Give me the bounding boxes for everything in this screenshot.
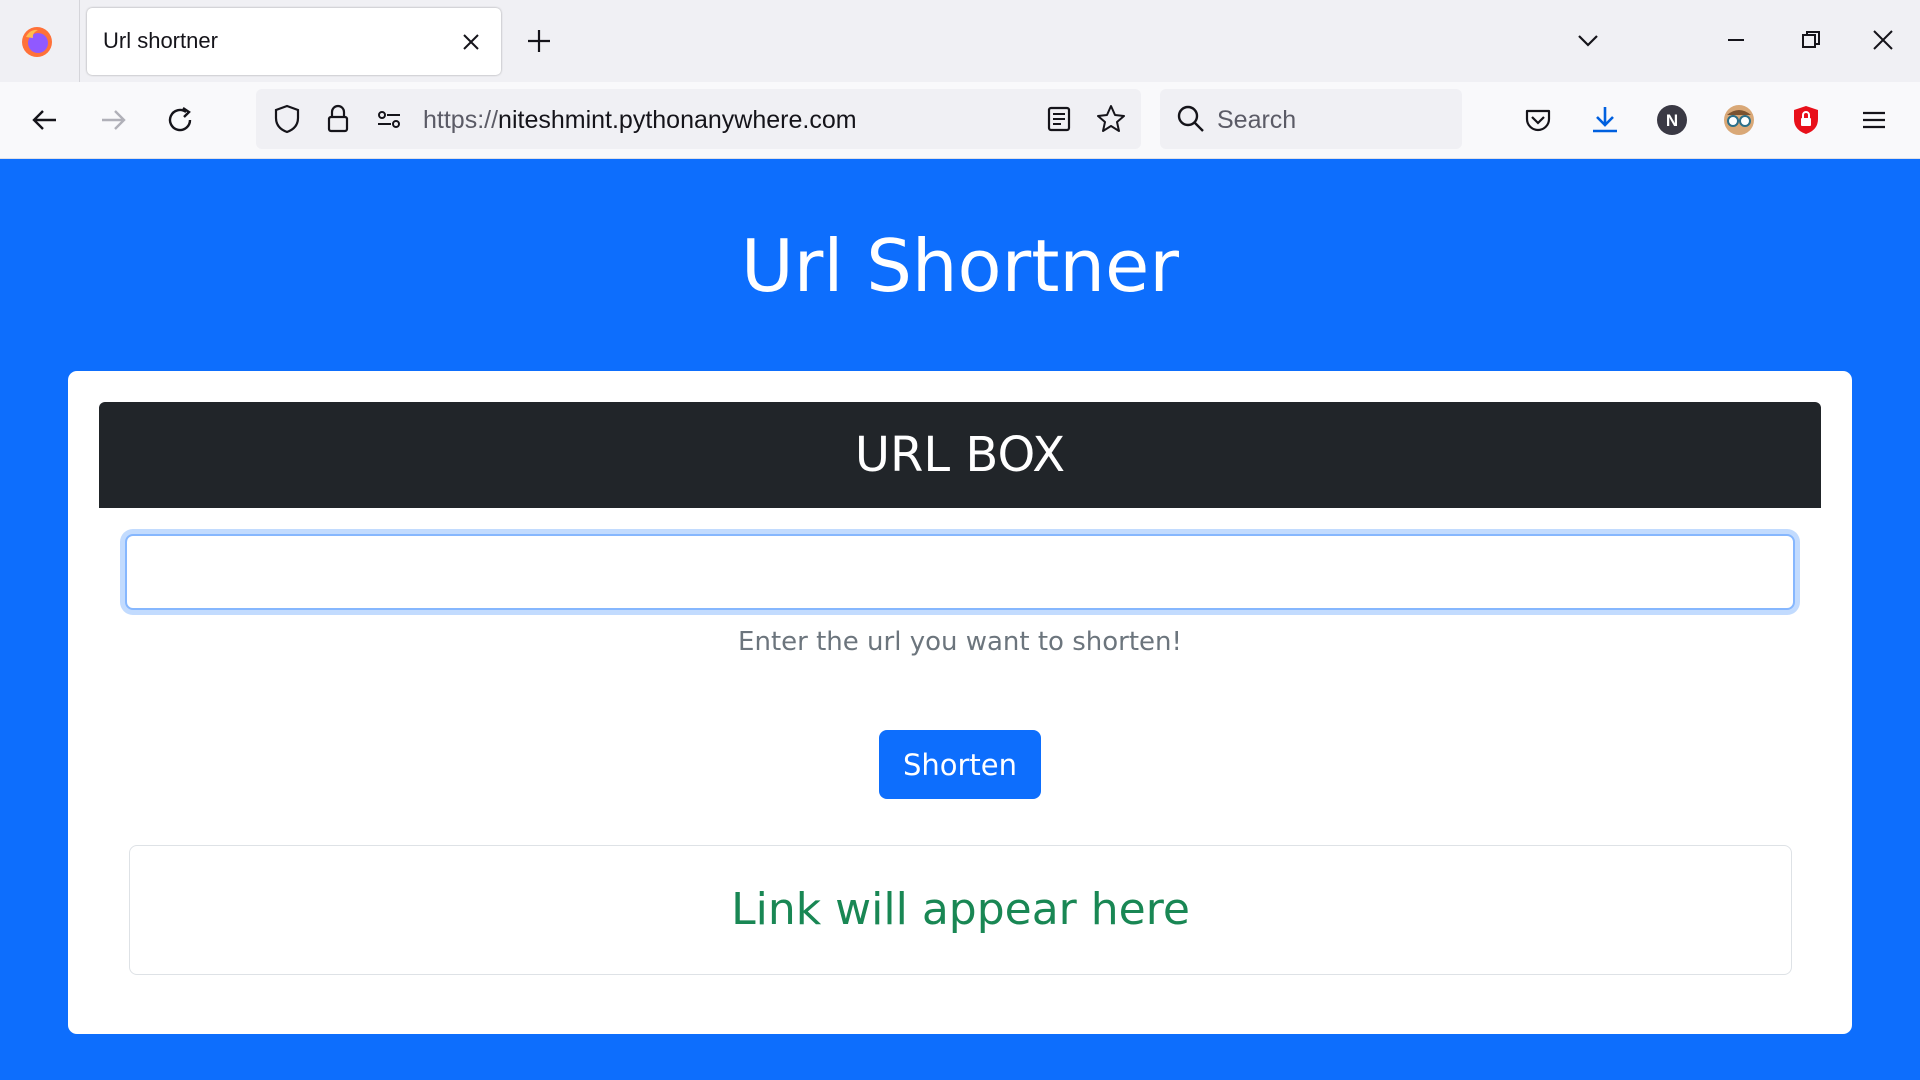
url-help-text: Enter the url you want to shorten! bbox=[738, 627, 1182, 657]
url-scheme: https:// bbox=[423, 106, 499, 134]
close-window-icon[interactable] bbox=[1869, 26, 1897, 54]
url-text: https://niteshmint.pythonanywhere.com bbox=[423, 106, 857, 135]
card-header-title: URL BOX bbox=[854, 427, 1066, 483]
url-card: URL BOX Enter the url you want to shorte… bbox=[68, 371, 1852, 1034]
search-placeholder: Search bbox=[1217, 106, 1297, 134]
card-header: URL BOX bbox=[99, 402, 1821, 508]
lock-icon[interactable] bbox=[321, 102, 355, 136]
forward-icon[interactable] bbox=[96, 103, 130, 137]
reader-view-icon[interactable] bbox=[1042, 102, 1076, 136]
restore-window-icon[interactable] bbox=[1797, 26, 1825, 54]
page-title: Url Shortner bbox=[741, 224, 1179, 308]
navigation-toolbar: https://niteshmint.pythonanywhere.com Se… bbox=[0, 82, 1920, 159]
active-tab[interactable]: Url shortner bbox=[87, 8, 501, 75]
shield-icon[interactable] bbox=[270, 102, 304, 136]
tab-separator bbox=[79, 0, 80, 82]
firefox-logo-icon[interactable] bbox=[20, 25, 54, 59]
permissions-icon[interactable] bbox=[372, 102, 406, 136]
url-host: niteshmint.pythonanywhere.com bbox=[498, 106, 857, 134]
chevron-down-icon[interactable] bbox=[1574, 28, 1602, 52]
pocket-icon[interactable] bbox=[1521, 103, 1555, 137]
url-input[interactable] bbox=[125, 534, 1795, 610]
profile-initial: N bbox=[1666, 111, 1678, 130]
search-bar[interactable]: Search bbox=[1160, 89, 1462, 149]
tab-bar: Url shortner bbox=[0, 0, 1920, 82]
reload-icon[interactable] bbox=[163, 103, 197, 137]
back-icon[interactable] bbox=[28, 103, 62, 137]
search-icon bbox=[1177, 105, 1204, 132]
minimize-window-icon[interactable] bbox=[1722, 28, 1750, 52]
result-box: Link will appear here bbox=[129, 845, 1792, 975]
tab-title: Url shortner bbox=[103, 28, 218, 53]
address-bar[interactable]: https://niteshmint.pythonanywhere.com bbox=[256, 89, 1141, 149]
extension-glasses-icon[interactable] bbox=[1722, 103, 1756, 137]
extension-shield-icon[interactable] bbox=[1789, 103, 1823, 137]
bookmark-star-icon[interactable] bbox=[1094, 102, 1128, 136]
page-content: Url Shortner URL BOX Enter the url you w… bbox=[0, 159, 1920, 1080]
new-tab-plus-icon[interactable] bbox=[524, 26, 554, 56]
download-icon[interactable] bbox=[1588, 103, 1622, 137]
profile-n-icon[interactable]: N bbox=[1655, 103, 1689, 137]
menu-icon[interactable] bbox=[1857, 103, 1891, 137]
close-tab-icon[interactable] bbox=[459, 30, 483, 54]
shorten-button[interactable]: Shorten bbox=[879, 730, 1041, 799]
result-text: Link will appear here bbox=[731, 884, 1190, 935]
